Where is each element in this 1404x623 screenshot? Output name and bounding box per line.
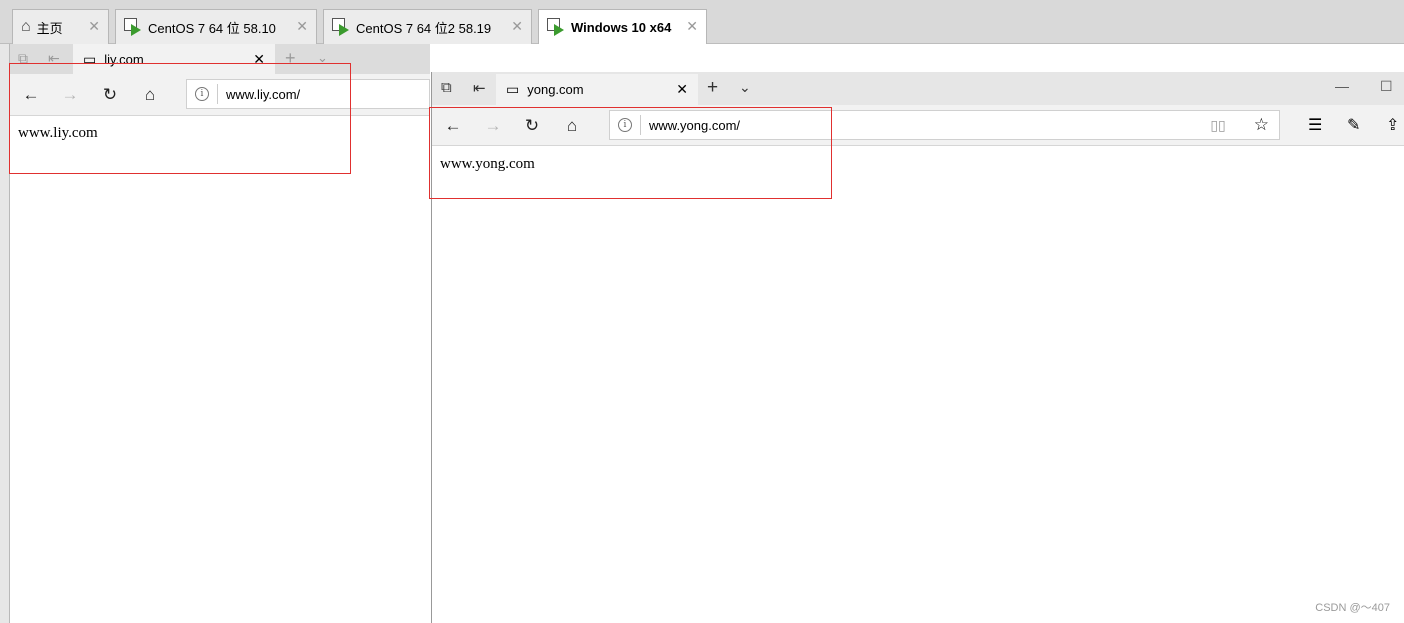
notes-icon[interactable]: ✎ (1347, 115, 1360, 135)
new-tab-icon[interactable]: + (707, 77, 718, 99)
close-icon[interactable]: ✕ (511, 18, 523, 35)
close-icon[interactable]: ✕ (296, 18, 308, 35)
home-icon: ⌂ (21, 18, 31, 35)
set-aside-tabs-icon[interactable]: ⇤ (473, 79, 486, 97)
tab-yong[interactable]: ▭ yong.com ✕ (496, 74, 698, 105)
vm-tab-label: CentOS 7 64 位2 58.19 (356, 20, 492, 36)
close-icon[interactable]: ✕ (676, 81, 688, 98)
reading-view-icon[interactable]: ▯▯ (1210, 117, 1225, 134)
highlight-box (9, 63, 351, 174)
favorites-icon[interactable]: ☰ (1308, 115, 1322, 135)
tab-title: yong.com (527, 82, 584, 97)
vm-tab-centos-1[interactable]: CentOS 7 64 位 58.10 ✕ (115, 9, 317, 44)
watermark: CSDN @～407 (1315, 602, 1390, 614)
vm-tab-windows[interactable]: Windows 10 x64 ✕ (538, 9, 707, 44)
vm-icon (547, 18, 565, 36)
maximize-icon[interactable]: ☐ (1380, 78, 1393, 95)
vm-tab-centos-2[interactable]: CentOS 7 64 位2 58.19 ✕ (323, 9, 532, 44)
star-icon[interactable]: ☆ (1254, 115, 1269, 135)
tab-preview-icon[interactable]: ⧉ (441, 79, 452, 96)
page-icon: ▭ (506, 81, 520, 97)
vm-icon (124, 18, 142, 36)
chevron-down-icon[interactable]: ⌄ (739, 79, 751, 96)
vm-tab-home[interactable]: ⌂ 主页 ✕ (12, 9, 109, 44)
close-icon[interactable]: ✕ (686, 18, 698, 35)
minimize-icon[interactable]: — (1335, 78, 1349, 94)
highlight-box (429, 107, 832, 199)
close-icon[interactable]: ✕ (88, 18, 100, 35)
share-icon[interactable]: ⇪ (1386, 115, 1399, 135)
edge-back-page (10, 116, 431, 623)
vm-icon (332, 18, 350, 36)
vm-tab-label: 主页 (36, 20, 63, 36)
vm-tab-label: Windows 10 x64 (571, 19, 672, 35)
vm-tab-label: CentOS 7 64 位 58.10 (148, 20, 276, 36)
